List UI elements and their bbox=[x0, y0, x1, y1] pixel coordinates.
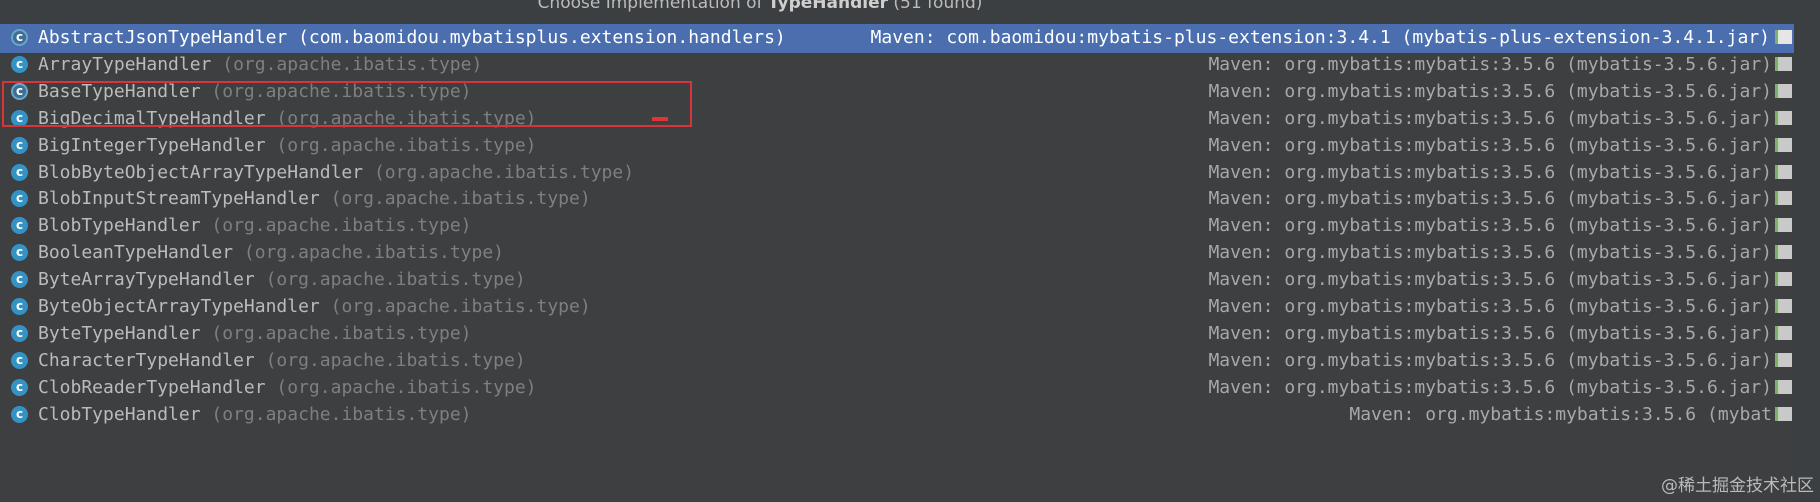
package-name: (org.apache.ibatis.type) bbox=[330, 296, 591, 317]
package-name: (org.apache.ibatis.type) bbox=[211, 323, 472, 344]
jar-library-icon bbox=[1775, 380, 1792, 394]
title-interface-name: TypeHandler bbox=[767, 0, 888, 13]
class-name: ArrayTypeHandler bbox=[38, 54, 212, 75]
jar-library-icon bbox=[1775, 407, 1792, 421]
package-name: (org.apache.ibatis.type) bbox=[265, 350, 526, 371]
class-name: BigIntegerTypeHandler bbox=[38, 135, 266, 156]
class-name: AbstractJsonTypeHandler bbox=[38, 27, 288, 48]
class-icon: c bbox=[11, 271, 28, 288]
abstract-class-icon: c bbox=[11, 29, 28, 46]
package-name: (com.baomidou.mybatisplus.extension.hand… bbox=[298, 27, 786, 48]
class-icon: c bbox=[11, 137, 28, 154]
maven-library-label: Maven: org.mybatis:mybatis:3.5.6 (mybat bbox=[1349, 404, 1772, 425]
jar-library-icon bbox=[1775, 353, 1792, 367]
class-name: BlobByteObjectArrayTypeHandler bbox=[38, 162, 364, 183]
jar-library-icon bbox=[1775, 57, 1792, 71]
class-icon: c bbox=[11, 379, 28, 396]
jar-library-icon bbox=[1775, 191, 1792, 205]
jar-library-icon bbox=[1775, 30, 1792, 44]
jar-library-icon bbox=[1775, 299, 1792, 313]
class-icon: c bbox=[11, 352, 28, 369]
class-name: ByteArrayTypeHandler bbox=[38, 269, 255, 290]
class-name: BlobTypeHandler bbox=[38, 215, 201, 236]
popup-title: Choose Implementation of TypeHandler (51… bbox=[0, 0, 1820, 22]
class-icon: c bbox=[11, 164, 28, 181]
package-name: (org.apache.ibatis.type) bbox=[330, 188, 591, 209]
class-name: ClobTypeHandler bbox=[38, 404, 201, 425]
class-icon: c bbox=[11, 298, 28, 315]
class-icon: c bbox=[11, 244, 28, 261]
package-name: (org.apache.ibatis.type) bbox=[211, 404, 472, 425]
package-name: (org.apache.ibatis.type) bbox=[276, 377, 537, 398]
class-name: ClobReaderTypeHandler bbox=[38, 377, 266, 398]
class-name: CharacterTypeHandler bbox=[38, 350, 255, 371]
implementation-row[interactable]: c ClobTypeHandler (org.apache.ibatis.type… bbox=[0, 399, 1794, 430]
class-name: BlobInputStreamTypeHandler bbox=[38, 188, 320, 209]
title-prefix: Choose Implementation of bbox=[537, 0, 768, 13]
class-name: ByteObjectArrayTypeHandler bbox=[38, 296, 320, 317]
jar-library-icon bbox=[1775, 165, 1792, 179]
jar-library-icon bbox=[1775, 326, 1792, 340]
package-name: (org.apache.ibatis.type) bbox=[222, 54, 483, 75]
class-name: ByteTypeHandler bbox=[38, 323, 201, 344]
class-icon: c bbox=[11, 190, 28, 207]
package-name: (org.apache.ibatis.type) bbox=[243, 242, 505, 263]
class-icon: c bbox=[11, 56, 28, 73]
class-icon: c bbox=[11, 325, 28, 342]
jar-library-icon bbox=[1775, 272, 1792, 286]
package-name: (org.apache.ibatis.type) bbox=[373, 162, 635, 183]
class-icon: c bbox=[11, 217, 28, 234]
jar-library-icon bbox=[1775, 245, 1792, 259]
class-name-label: ClobTypeHandler (org.apache.ibatis.type) bbox=[38, 399, 472, 430]
class-icon: c bbox=[11, 406, 28, 423]
jar-library-icon bbox=[1775, 138, 1792, 152]
red-highlight-box bbox=[2, 81, 692, 127]
title-count: (51 found) bbox=[888, 0, 983, 13]
jar-library-icon bbox=[1775, 111, 1792, 125]
jar-library-icon bbox=[1775, 218, 1792, 232]
text-cursor-mark bbox=[652, 117, 668, 121]
package-name: (org.apache.ibatis.type) bbox=[265, 269, 526, 290]
jar-library-icon bbox=[1775, 84, 1792, 98]
package-name: (org.apache.ibatis.type) bbox=[211, 215, 472, 236]
class-name: BooleanTypeHandler bbox=[38, 242, 234, 263]
package-name: (org.apache.ibatis.type) bbox=[276, 135, 537, 156]
watermark: @稀土掘金技术社区 bbox=[1661, 476, 1814, 496]
